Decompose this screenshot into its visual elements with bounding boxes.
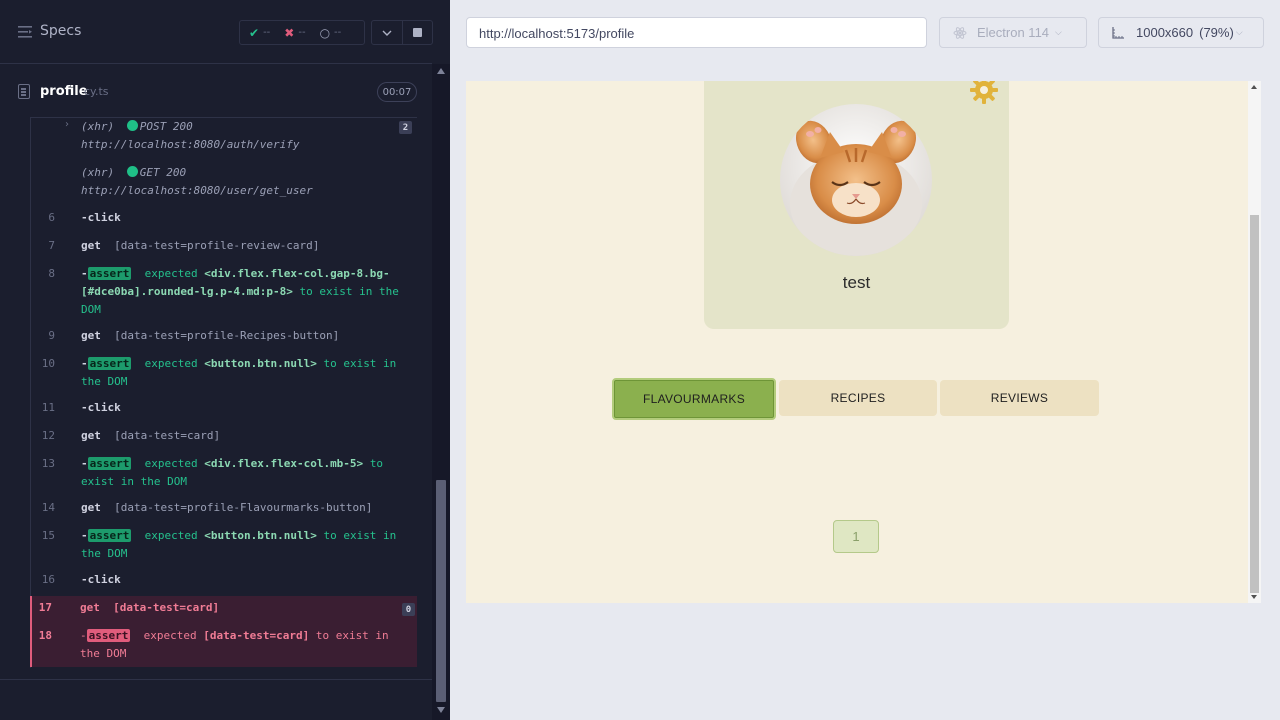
pagination-page-button[interactable]: 1 [833, 520, 879, 553]
url-bar[interactable]: http://localhost:5173/profile [466, 17, 927, 48]
tab-recipes[interactable]: RECIPES [779, 380, 937, 416]
command-row-xhr[interactable]: (xhr) GET 200 http://localhost:8080/user… [31, 164, 418, 204]
command-row[interactable]: 7 get [data-test=profile-review-card] [31, 237, 418, 257]
command-count-badge: 0 [402, 603, 415, 616]
scroll-thumb[interactable] [436, 480, 446, 702]
command-row[interactable]: 14 get [data-test=profile-Flavourmarks-b… [31, 499, 418, 519]
scroll-up-arrow[interactable] [1251, 85, 1257, 89]
command-row-xhr[interactable]: › (xhr) POST 200 http://localhost:8080/a… [31, 118, 418, 160]
command-row[interactable]: 9 get [data-test=profile-Recipes-button] [31, 327, 418, 347]
test-stats: ✔ -- ✖ -- ○ -- [239, 20, 365, 45]
command-row-failed-assert[interactable]: 18 - assert expected [data-test=card] to … [32, 627, 419, 665]
divider [0, 679, 432, 680]
gear-icon[interactable] [969, 81, 999, 105]
failed-command-block: 17 get [data-test=card] 0 18 - assert exp… [30, 596, 417, 667]
status-dot [126, 166, 138, 177]
chevron-down-icon [382, 30, 392, 36]
command-list: › (xhr) POST 200 http://localhost:8080/a… [30, 118, 417, 668]
passed-stat: ✔ -- [249, 25, 271, 40]
app-preview: test FLAVOURMARKS RECIPES REVIEWS 1 [466, 81, 1261, 603]
assert-badge: assert [87, 267, 132, 280]
chevron-down-icon: ⌵ [1055, 27, 1062, 37]
command-row-assert[interactable]: 13 - assert expected <div.flex.flex-col.m… [31, 455, 418, 493]
chevron-down-icon: ⌵ [1235, 27, 1243, 37]
command-count-badge: 2 [399, 121, 412, 134]
tab-reviews[interactable]: REVIEWS [940, 380, 1099, 416]
dropdown-button[interactable] [372, 21, 402, 44]
command-log-panel: Specs ✔ -- ✖ -- ○ -- profile cy.ts 00:07… [0, 0, 450, 720]
zoom-level: (79%) [1199, 25, 1234, 40]
scroll-up-arrow[interactable] [437, 68, 445, 74]
chevron-right-icon[interactable]: › [65, 119, 69, 130]
spec-file-name: profile [40, 84, 88, 99]
command-row-assert[interactable]: 15 - assert expected <button.btn.null> to… [31, 527, 418, 565]
viewport-selector[interactable]: 1000x660 (79%) ⌵ [1098, 17, 1264, 48]
command-row-assert[interactable]: 8 - assert expected <div.flex.flex-col.ga… [31, 265, 418, 321]
runner-controls [371, 20, 433, 45]
electron-icon [953, 26, 967, 39]
kitten-photo [780, 104, 932, 256]
spinner-icon: ○ [319, 25, 331, 40]
profile-username: test [842, 273, 871, 292]
specs-header: Specs ✔ -- ✖ -- ○ -- [0, 0, 433, 64]
assert-badge: assert [87, 357, 132, 370]
duration-badge: 00:07 [377, 82, 417, 102]
status-dot [126, 120, 138, 131]
viewport-size: 1000x660 [1136, 25, 1194, 40]
command-row-failed[interactable]: 17 get [data-test=card] 0 [32, 599, 419, 619]
browser-selector[interactable]: Electron 114 ⌵ [939, 17, 1087, 48]
check-icon: ✔ [249, 25, 260, 40]
spec-file-ext: cy.ts [84, 85, 109, 98]
assert-badge: assert [87, 457, 132, 470]
assert-badge: assert [86, 629, 131, 642]
pending-stat: ○ -- [319, 25, 342, 40]
command-row-assert[interactable]: 10 - assert expected <button.btn.null> to… [31, 355, 418, 393]
stop-button[interactable] [401, 21, 432, 44]
command-row[interactable]: 6 -click [31, 209, 418, 229]
profile-card: test [704, 81, 1009, 329]
browser-label: Electron 114 [977, 25, 1050, 40]
command-row[interactable]: 16 -click [31, 571, 418, 591]
command-row[interactable]: 12 get [data-test=card] [31, 427, 418, 447]
file-icon [18, 84, 30, 99]
menu-icon[interactable] [18, 26, 32, 38]
preview-scroll-thumb[interactable] [1250, 215, 1259, 593]
avatar [780, 104, 932, 256]
viewport-icon [1112, 26, 1124, 39]
failed-stat: ✖ -- [284, 25, 306, 40]
x-icon: ✖ [284, 25, 295, 40]
assert-badge: assert [87, 529, 132, 542]
stop-icon [412, 28, 422, 37]
scroll-down-arrow[interactable] [437, 707, 445, 713]
command-row[interactable]: 11 -click [31, 399, 418, 419]
tab-flavourmarks[interactable]: FLAVOURMARKS [612, 378, 776, 420]
specs-button-label[interactable]: Specs [40, 23, 81, 39]
scroll-down-arrow[interactable] [1251, 595, 1257, 599]
